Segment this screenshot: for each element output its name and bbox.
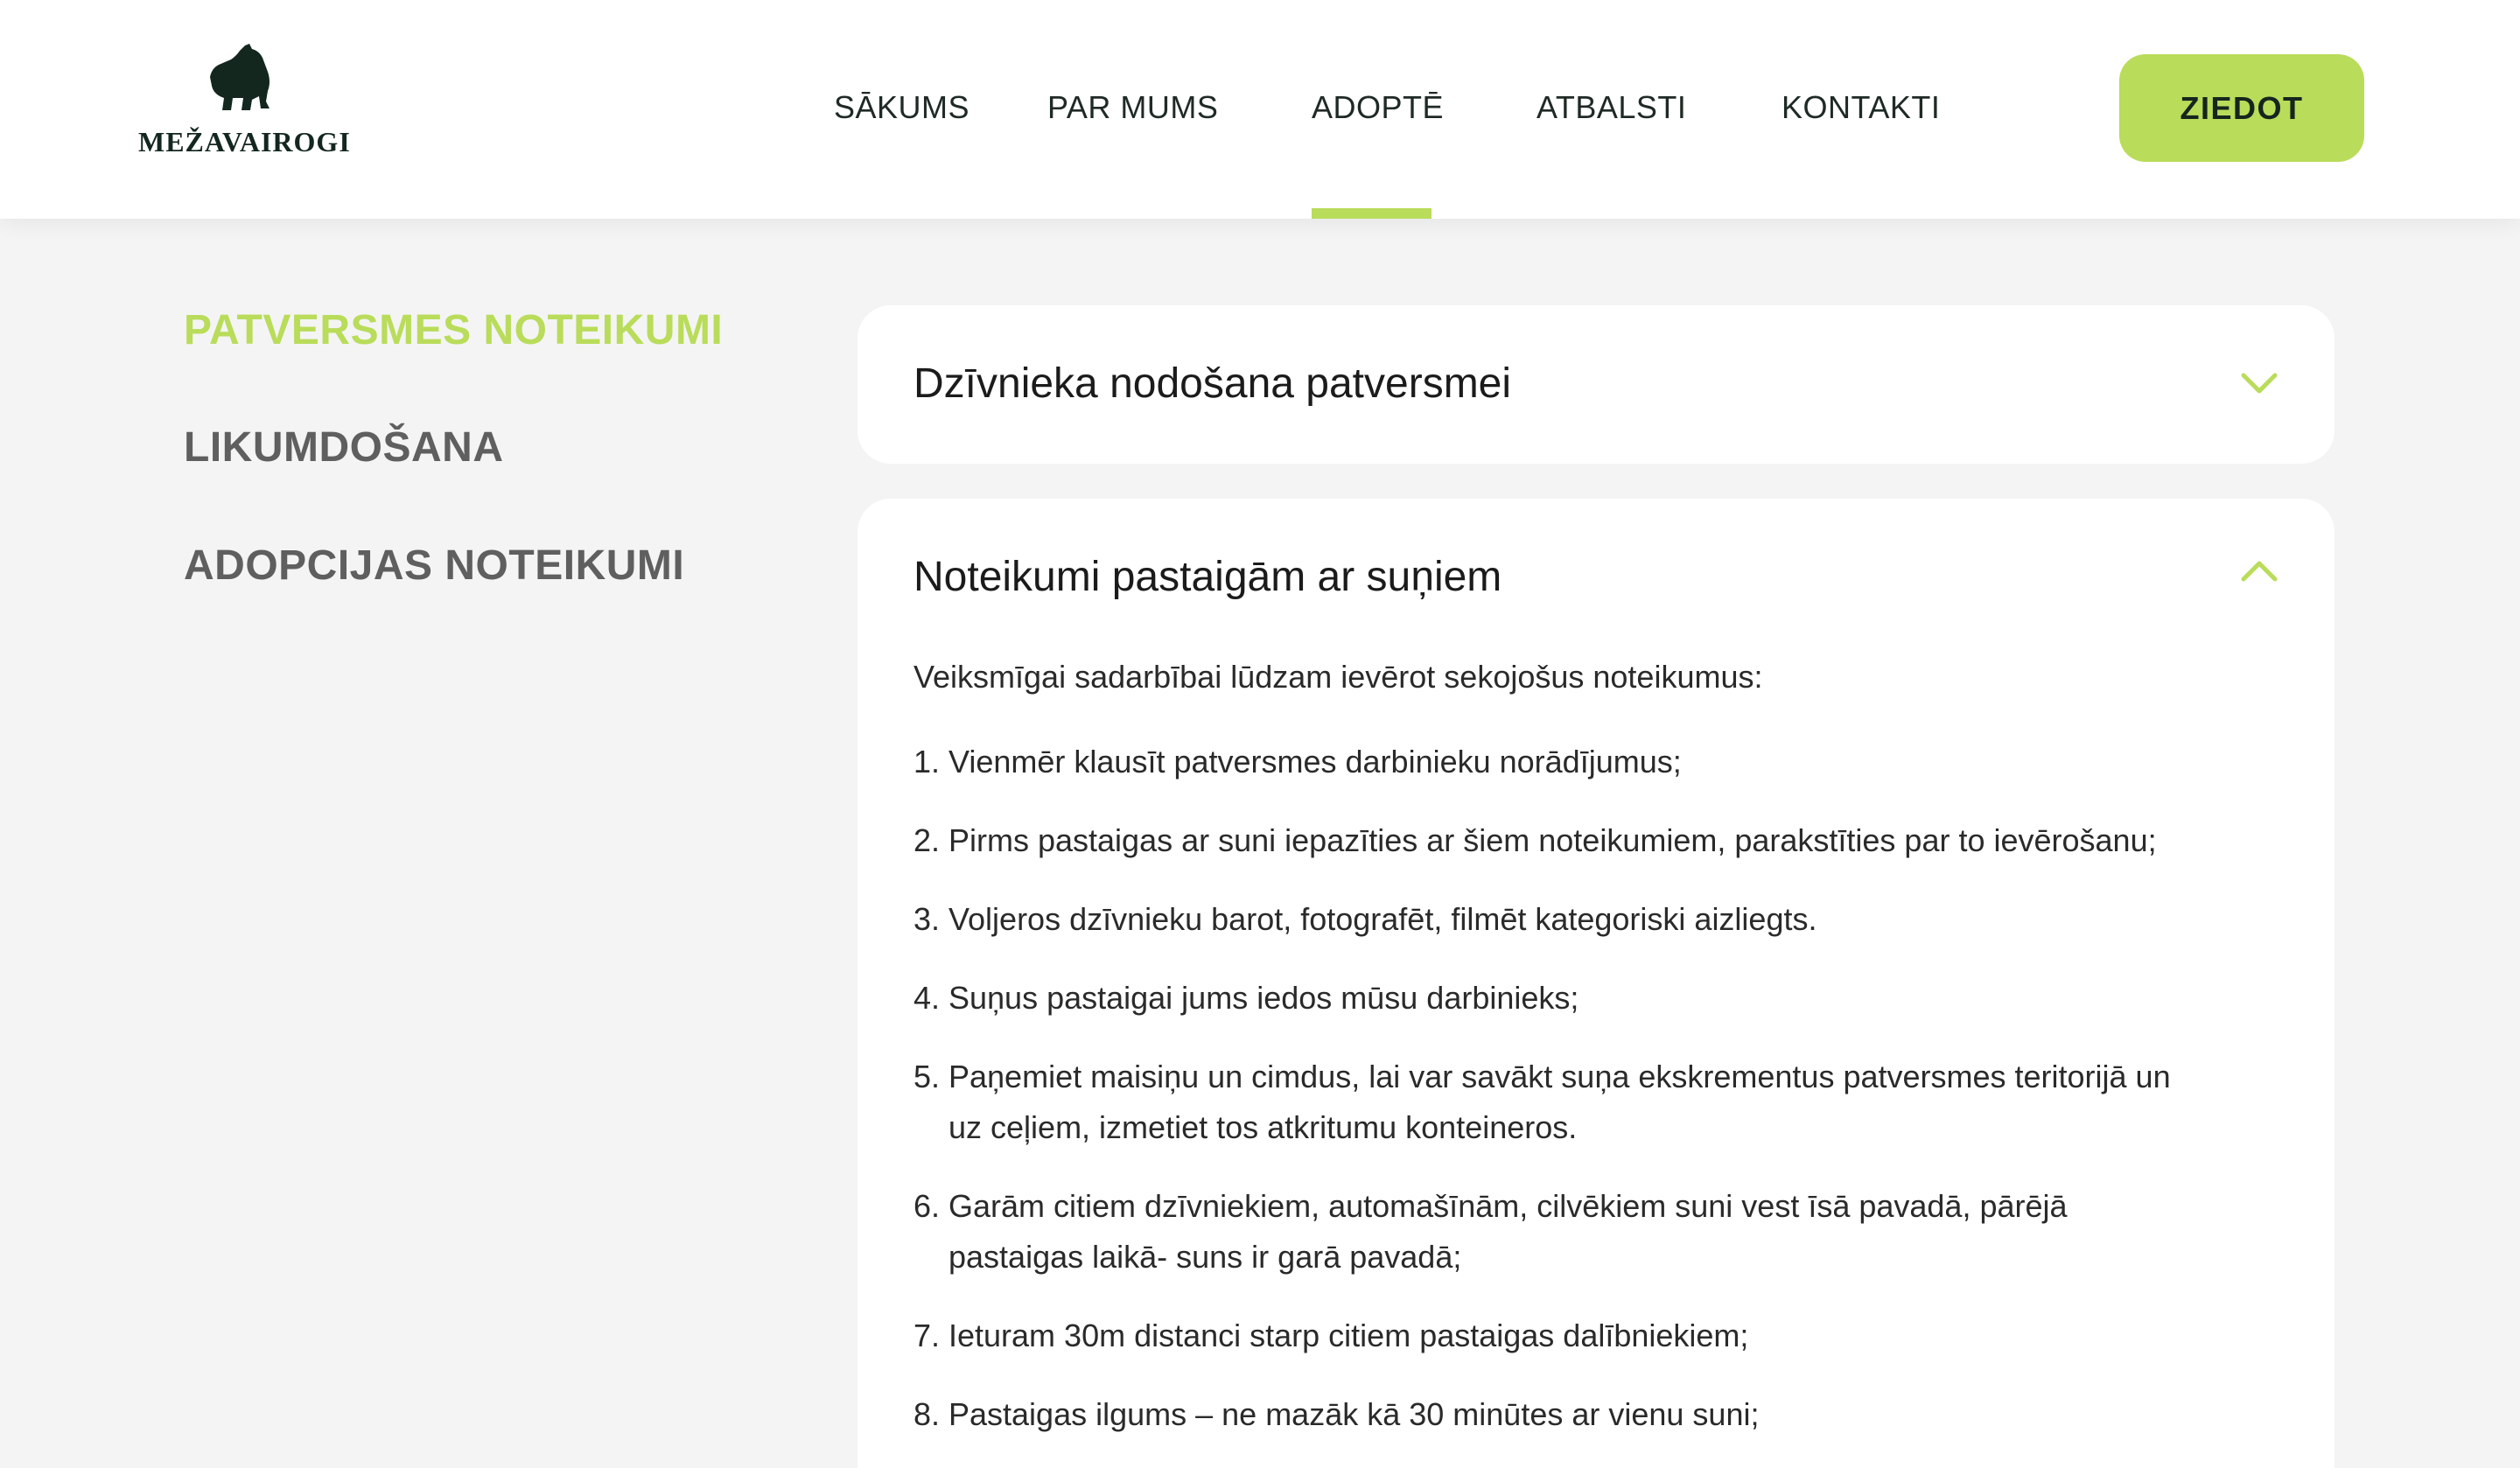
donate-button[interactable]: ZIEDOT (2119, 54, 2364, 162)
rule-number: 8. (914, 1396, 941, 1432)
rule-text: Ieturam 30m distanci starp citiem pastai… (948, 1318, 1749, 1353)
rule-text: Pastaigas ilgums – ne mazāk kā 30 minūte… (948, 1396, 1760, 1432)
site-header: MEŽAVAIROGI SĀKUMS PAR MUMS ADOPTĒ ATBAL… (0, 0, 2520, 219)
nav-item-par-mums[interactable]: PAR MUMS (1047, 89, 1218, 126)
rules-intro: Veiksmīgai sadarbībai lūdzam ievērot sek… (914, 659, 1763, 695)
sidebar-item-patversmes-noteikumi[interactable]: PATVERSMES NOTEIKUMI (184, 306, 723, 354)
rule-item: 3. Voljeros dzīvnieku barot, fotografēt,… (914, 894, 2191, 945)
nav-item-sakums[interactable]: SĀKUMS (834, 89, 970, 126)
rule-text: Paņemiet maisiņu un cimdus, lai var savā… (948, 1059, 2171, 1145)
bear-icon (210, 44, 270, 110)
rule-number: 3. (914, 901, 941, 937)
nav-item-atbalsti[interactable]: ATBALSTI (1536, 89, 1686, 126)
nav-item-adopte[interactable]: ADOPTĒ (1312, 89, 1444, 126)
rule-number: 2. (914, 822, 941, 858)
sidebar-item-adopcijas-noteikumi[interactable]: ADOPCIJAS NOTEIKUMI (184, 542, 684, 590)
accordion-title[interactable]: Noteikumi pastaigām ar suņiem (914, 553, 1502, 601)
rule-number: 1. (914, 744, 941, 779)
rule-item: 4. Suņus pastaigai jums iedos mūsu darbi… (914, 973, 2191, 1024)
rule-text: Vienmēr klausīt patversmes darbinieku no… (948, 744, 1682, 779)
chevron-down-icon[interactable] (2240, 370, 2278, 396)
accordion-title[interactable]: Dzīvnieka nodošana patversmei (914, 360, 1511, 408)
active-nav-indicator (1312, 208, 1432, 219)
rules-list: 1. Vienmēr klausīt patversmes darbinieku… (914, 737, 2191, 1468)
rule-number: 5. (914, 1059, 941, 1094)
rule-item: 6. Garām citiem dzīvniekiem, automašīnām… (914, 1181, 2191, 1283)
rule-item: 2. Pirms pastaigas ar suni iepazīties ar… (914, 815, 2191, 866)
rule-text: Suņus pastaigai jums iedos mūsu darbinie… (948, 980, 1579, 1016)
rule-item: 8. Pastaigas ilgums – ne mazāk kā 30 min… (914, 1389, 2191, 1440)
rule-item: 1. Vienmēr klausīt patversmes darbinieku… (914, 737, 2191, 787)
site-logo[interactable]: MEŽAVAIROGI (138, 44, 351, 157)
rule-number: 4. (914, 980, 941, 1016)
rule-number: 7. (914, 1318, 941, 1353)
rule-item: 5. Paņemiet maisiņu un cimdus, lai var s… (914, 1052, 2191, 1153)
accordion-item-expanded: Noteikumi pastaigām ar suņiem Veiksmīgai… (858, 499, 2334, 1468)
sidebar-item-likumdosana[interactable]: LIKUMDOŠANA (184, 423, 503, 472)
logo-text: MEŽAVAIROGI (138, 126, 351, 157)
rule-item: 7. Ieturam 30m distanci starp citiem pas… (914, 1311, 2191, 1361)
nav-item-kontakti[interactable]: KONTAKTI (1782, 89, 1940, 126)
rule-text: Garām citiem dzīvniekiem, automašīnām, c… (948, 1188, 2068, 1275)
chevron-up-icon[interactable] (2240, 558, 2278, 584)
rule-text: Pirms pastaigas ar suni iepazīties ar ši… (948, 822, 2157, 858)
rule-text: Voljeros dzīvnieku barot, fotografēt, fi… (948, 901, 1817, 937)
rule-number: 6. (914, 1188, 941, 1224)
accordion-item-collapsed[interactable]: Dzīvnieka nodošana patversmei (858, 305, 2334, 464)
